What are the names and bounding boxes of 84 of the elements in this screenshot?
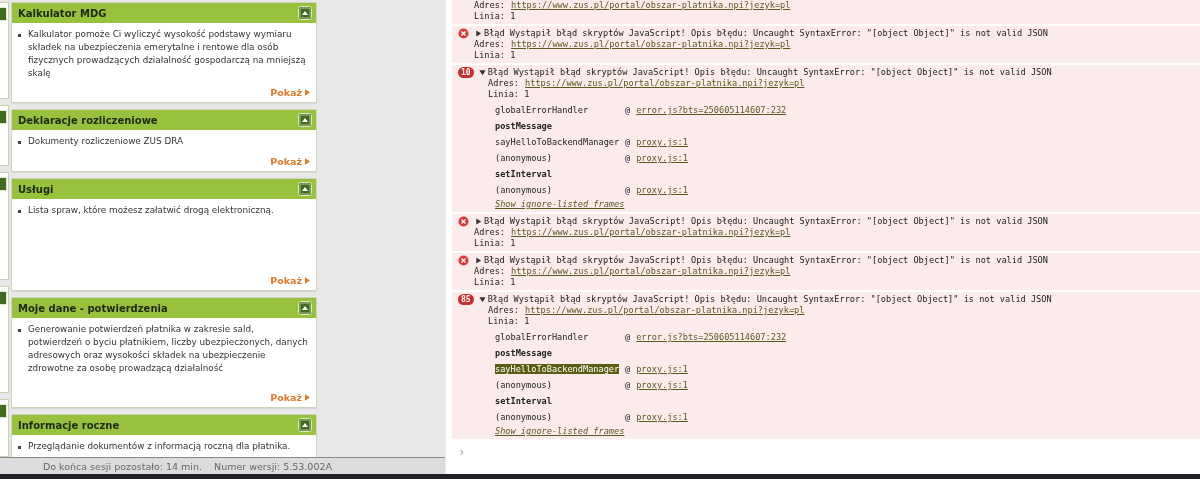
function-name: (anonymous)	[495, 185, 552, 195]
function-name: (anonymous)	[495, 412, 552, 422]
address-link[interactable]: https://www.zus.pl/portal/obszar-platnika.npi?jezyk=pl	[511, 39, 791, 50]
function-name: sayHelloToBackendManager	[495, 364, 620, 374]
error-text: Błąd Wystąpił błąd skryptów JavaScript! Opis błędu: Uncaught SyntaxError: "[object Object]" is not valid JSON	[487, 67, 1052, 77]
address-link[interactable]: https://www.zus.pl/portal/obszar-platnika.npi?jezyk=pl	[525, 78, 805, 89]
card-title: Moje dane - potwierdzenia	[18, 302, 168, 314]
version-label: Numer wersji: 5.53.002A	[214, 460, 332, 472]
at-sign: @	[625, 105, 631, 115]
arrow-right-icon	[305, 158, 310, 165]
at-sign: @	[625, 364, 631, 374]
line-number: Linia: 1	[474, 11, 517, 22]
address-link[interactable]: https://www.zus.pl/portal/obszar-platnika.npi?jezyk=pl	[511, 0, 791, 11]
arrow-right-icon	[305, 89, 310, 96]
function-name: globalErrorHandler	[495, 105, 589, 115]
bullet-icon	[18, 446, 21, 449]
card-description: Kalkulator pomoże Ci wyliczyć wysokość podstawy wymiaru składek na ubezpieczenia emerytalne i rentowe dla osób fizycznych prowadzących działalność gospodarczą na mniejszą skalę	[28, 28, 307, 80]
show-frames-link[interactable]: Show ignore-listed frames	[495, 198, 1200, 210]
card-description: Lista spraw, które możesz załatwić drogą elektroniczną.	[28, 204, 274, 217]
expand-triangle-icon[interactable]	[475, 29, 482, 37]
collapse-triangle-icon[interactable]	[478, 68, 486, 76]
address-label: Adres:	[488, 78, 520, 89]
expand-triangle-icon[interactable]	[475, 217, 482, 225]
at-sign: @	[625, 380, 631, 390]
error-icon	[458, 254, 469, 266]
card-description: Generowanie potwierdzeń płatnika w zakresie sald, potwierdzeń o byciu płatnikiem, liczby ubezpieczonych, danych adresowych oraz wysokości składek na ubezpieczenie zdrowotne za osobę prowadzącą działalność	[28, 323, 309, 375]
expand-triangle-icon[interactable]	[475, 256, 482, 264]
card-title: Deklaracje rozliczeniowe	[18, 114, 158, 126]
card-title: Kalkulator MDG	[18, 7, 107, 19]
address-link[interactable]: https://www.zus.pl/portal/obszar-platnika.npi?jezyk=pl	[511, 227, 791, 238]
async-label: postMessage	[495, 348, 552, 358]
address-label: Adres:	[474, 227, 506, 238]
function-name: sayHelloToBackendManager	[495, 137, 620, 147]
address-label: Adres:	[488, 305, 520, 316]
line-number: Linia: 1	[474, 50, 517, 61]
card-title: Usługi	[18, 183, 54, 195]
address-label: Adres:	[474, 266, 506, 277]
error-text: Błąd Wystąpił błąd skryptów JavaScript! Opis błędu: Uncaught SyntaxError: "[object Object]" is not valid JSON	[484, 28, 1048, 38]
count-badge: 10	[458, 66, 474, 78]
source-link[interactable]: proxy.js:1	[636, 412, 688, 422]
async-label: setInterval	[495, 169, 552, 179]
arrow-right-icon	[305, 394, 310, 401]
address-label: Adres:	[474, 39, 506, 50]
line-number: Linia: 1	[474, 277, 517, 288]
error-text: Błąd Wystąpił błąd skryptów JavaScript! Opis błędu: Uncaught SyntaxError: "[object Object]" is not valid JSON	[484, 216, 1048, 226]
error-icon	[458, 27, 469, 39]
source-link[interactable]: error.js?bts=250605114607:232	[636, 332, 787, 342]
function-name: (anonymous)	[495, 380, 552, 390]
at-sign: @	[625, 153, 631, 163]
error-text: Błąd Wystąpił błąd skryptów JavaScript! Opis błędu: Uncaught SyntaxError: "[object Object]" is not valid JSON	[487, 294, 1052, 304]
address-label: Adres:	[474, 0, 506, 11]
collapse-triangle-icon[interactable]	[478, 295, 486, 303]
source-link[interactable]: error.js?bts=250605114607:232	[636, 105, 787, 115]
source-link[interactable]: proxy.js:1	[636, 380, 688, 390]
arrow-right-icon	[305, 277, 310, 284]
at-sign: @	[625, 185, 631, 195]
at-sign: @	[625, 137, 631, 147]
address-link[interactable]: https://www.zus.pl/portal/obszar-platnika.npi?jezyk=pl	[525, 305, 805, 316]
card-description: Dokumenty rozliczeniowe ZUS DRA	[28, 135, 183, 148]
source-link[interactable]: proxy.js:1	[636, 137, 688, 147]
error-text: Błąd Wystąpił błąd skryptów JavaScript! Opis błędu: Uncaught SyntaxError: "[object Object]" is not valid JSON	[484, 255, 1048, 265]
function-name: (anonymous)	[495, 153, 552, 163]
function-name: globalErrorHandler	[495, 332, 589, 342]
at-sign: @	[625, 412, 631, 422]
bullet-icon	[18, 210, 21, 213]
card-title: Informacje roczne	[18, 419, 120, 431]
bullet-icon	[18, 141, 21, 144]
address-link[interactable]: https://www.zus.pl/portal/obszar-platnika.npi?jezyk=pl	[511, 266, 791, 277]
bullet-icon	[18, 329, 21, 332]
source-link[interactable]: proxy.js:1	[636, 185, 688, 195]
async-label: postMessage	[495, 121, 552, 131]
source-link[interactable]: proxy.js:1	[636, 153, 688, 163]
session-timer: Do końca sesji pozostało: 14 min.	[42, 460, 203, 472]
async-label: setInterval	[495, 396, 552, 406]
bullet-icon	[18, 34, 21, 37]
source-link[interactable]: proxy.js:1	[636, 364, 688, 374]
line-number: Linia: 1	[488, 89, 531, 100]
count-badge: 85	[458, 293, 474, 305]
at-sign: @	[625, 332, 631, 342]
line-number: Linia: 1	[488, 316, 531, 327]
line-number: Linia: 1	[474, 238, 517, 249]
card-description: Przeglądanie dokumentów z informacją roczną dla płatnika.	[28, 440, 291, 453]
error-icon	[458, 215, 469, 227]
show-frames-link[interactable]: Show ignore-listed frames	[495, 425, 1200, 437]
